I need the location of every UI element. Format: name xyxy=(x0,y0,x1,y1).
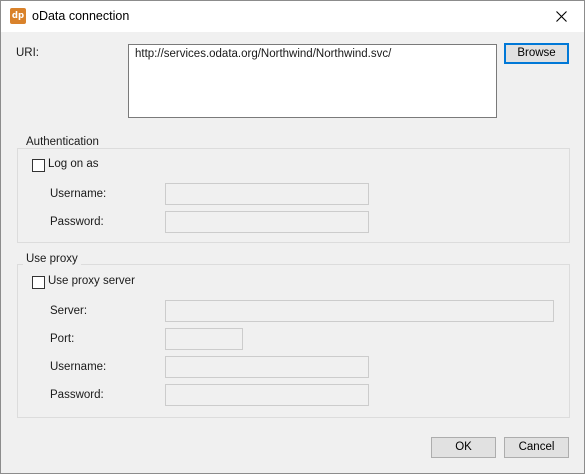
close-button[interactable] xyxy=(538,1,584,32)
log-on-as-checkbox[interactable] xyxy=(32,159,45,172)
auth-password-label: Password: xyxy=(50,216,104,228)
window-title: oData connection xyxy=(32,9,130,23)
uri-input[interactable]: http://services.odata.org/Northwind/Nort… xyxy=(128,44,497,118)
use-proxy-server-checkbox[interactable] xyxy=(32,276,45,289)
auth-username-field[interactable] xyxy=(165,183,369,205)
authentication-group-title: Authentication xyxy=(23,136,102,148)
proxy-username-field[interactable] xyxy=(165,356,369,378)
proxy-server-label: Server: xyxy=(50,305,88,317)
close-icon xyxy=(555,11,567,22)
auth-username-label: Username: xyxy=(50,188,107,200)
use-proxy-server-label: Use proxy server xyxy=(48,275,135,287)
proxy-port-label: Port: xyxy=(50,333,75,345)
log-on-as-label: Log on as xyxy=(48,158,99,170)
proxy-port-field[interactable] xyxy=(165,328,243,350)
ok-button[interactable]: OK xyxy=(431,437,496,458)
proxy-password-label: Password: xyxy=(50,389,104,401)
proxy-group-title: Use proxy xyxy=(23,253,81,265)
odata-connection-dialog: dp oData connection URI: http://services… xyxy=(0,0,585,474)
proxy-username-label: Username: xyxy=(50,361,107,373)
title-bar: dp oData connection xyxy=(1,1,584,32)
proxy-password-field[interactable] xyxy=(165,384,369,406)
app-logo-icon: dp xyxy=(10,8,26,24)
uri-label: URI: xyxy=(16,47,39,59)
cancel-button[interactable]: Cancel xyxy=(504,437,569,458)
proxy-server-field[interactable] xyxy=(165,300,554,322)
browse-button[interactable]: Browse xyxy=(504,43,569,64)
auth-password-field[interactable] xyxy=(165,211,369,233)
